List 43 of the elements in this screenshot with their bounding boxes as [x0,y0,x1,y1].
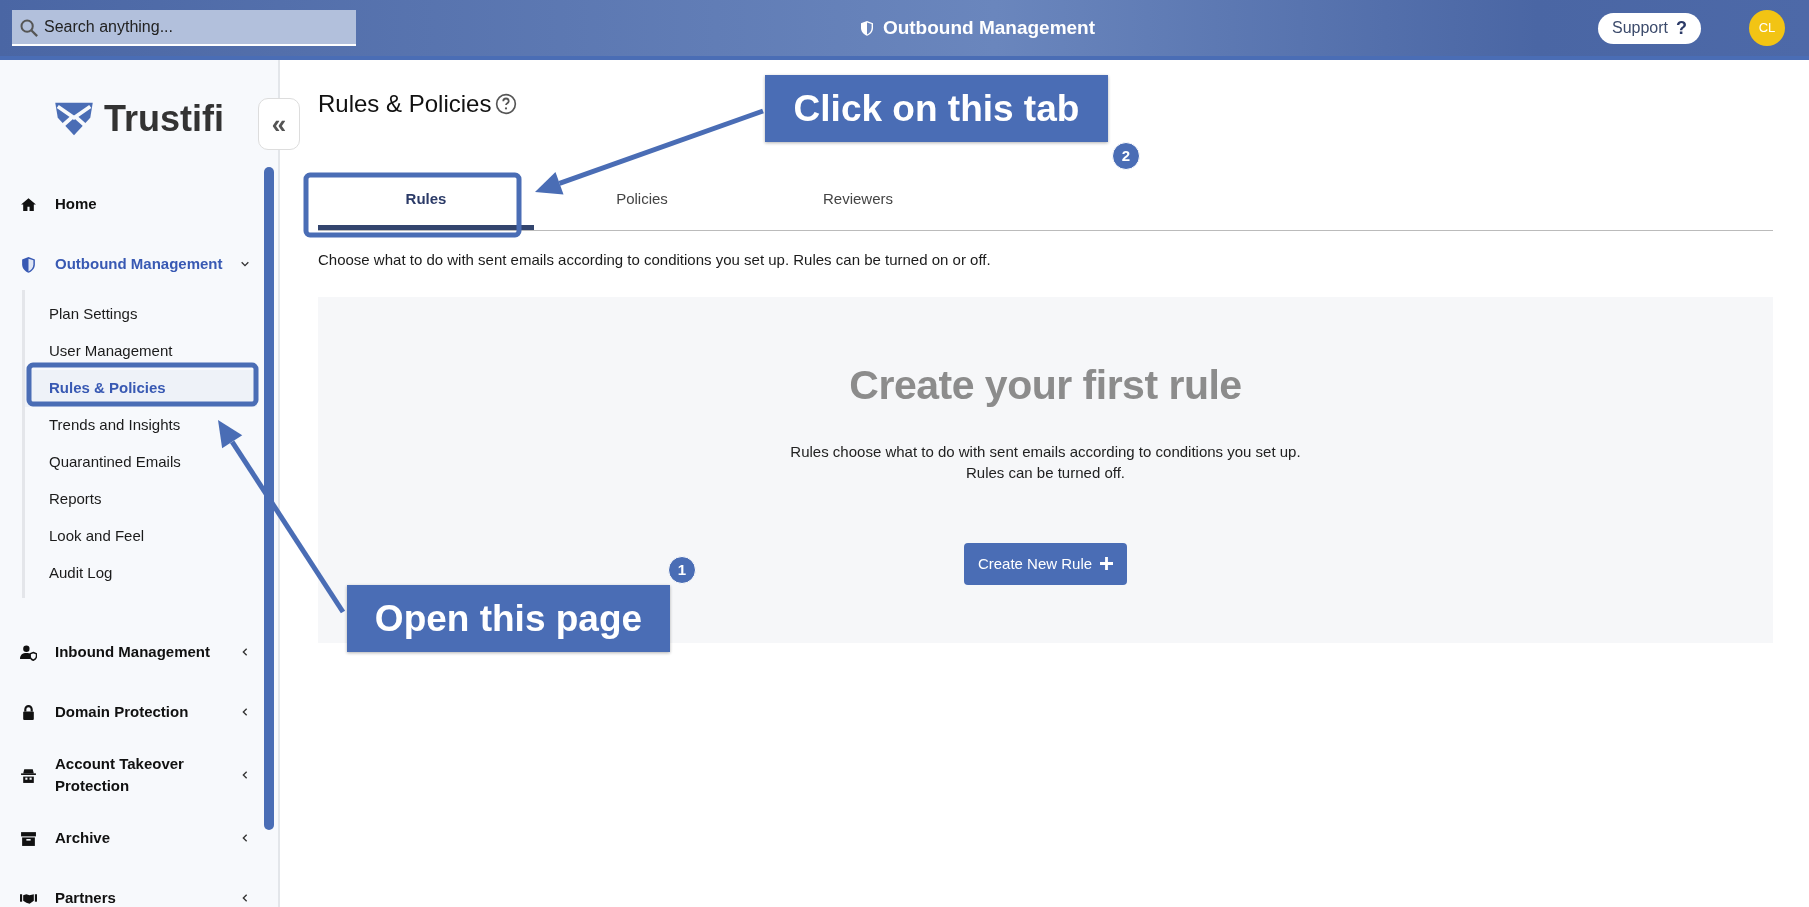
sidebar-item[interactable]: Home [55,192,250,216]
collapse-button[interactable]: « [258,98,300,150]
tab[interactable]: Policies [534,170,750,230]
empty-state-heading: Create your first rule [849,361,1242,410]
sidebar-subitem[interactable]: Reports [25,481,257,518]
support-button[interactable]: Support ? [1597,12,1701,44]
sidebar-subitem[interactable]: User Management [25,333,257,370]
sidebar-subitem[interactable]: Look and Feel [25,518,257,555]
page-title: Outbound Management [882,15,1096,40]
empty-state-text: Rules choose what to do with sent emails according to conditions you set up. [790,441,1301,462]
help-icon [495,93,518,115]
sidebar-item[interactable]: Archive [55,826,240,850]
sidebar-item[interactable]: Outbound Management [55,252,240,276]
step-number: 2 [1112,142,1140,170]
tab[interactable]: Reviewers [750,170,966,230]
lock-icon [20,703,37,721]
envelope-shield-logo-icon [54,100,94,138]
search-icon [19,18,39,38]
sidebar-subitem[interactable]: Trends and Insights [25,407,257,444]
sidebar-item[interactable]: Partners [55,886,240,907]
sidebar-subitem[interactable]: Plan Settings [25,296,257,333]
archive-box-icon [20,829,37,847]
sidebar-subitem[interactable]: Quarantined Emails [25,444,257,481]
user-shield-icon [20,643,37,661]
tab[interactable]: Rules [318,170,534,230]
sidebar-item[interactable]: Account Takeover Protection [55,752,240,798]
callout-label: Open this page [347,585,670,652]
empty-state-text: Rules can be turned off. [965,462,1126,483]
plus-icon [1100,557,1114,571]
shield-icon [20,255,37,273]
page-heading: Rules & Policies [318,89,492,119]
callout-label: Click on this tab [765,75,1108,142]
create-rule-button[interactable]: Create New Rule [963,542,1128,585]
sidebar-item[interactable]: Domain Protection [55,700,240,724]
shield-icon [858,19,875,37]
home-icon [20,195,37,213]
sidebar-item[interactable]: Inbound Management [55,640,240,664]
scrollbar[interactable] [264,167,274,830]
sidebar-subitem[interactable]: Audit Log [25,555,257,592]
logo-text: Trustifi [104,97,224,141]
description-text: Choose what to do with sent emails according to conditions you set up. Rules can be turned on or off. [318,249,992,270]
search-field[interactable]: Search anything... [12,10,356,46]
spy-icon [20,766,37,784]
